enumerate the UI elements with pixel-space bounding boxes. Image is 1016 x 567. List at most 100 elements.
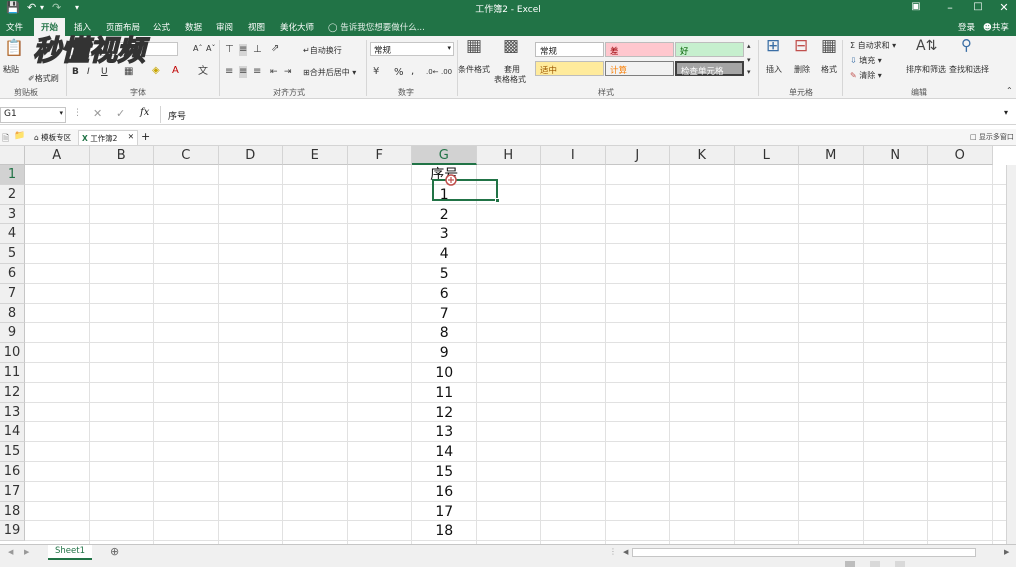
show-multiple-windows-button[interactable]: □ 显示多窗口	[970, 132, 1014, 142]
clear-button[interactable]: ✎ 清除 ▾	[850, 70, 882, 81]
spreadsheet-grid[interactable]: ABCDEFGHIJKLMNO 1 2 3 4 5 6 7 8 9 10 11 12 13 14 15 16 1…	[0, 146, 1016, 544]
ribbon-display-options-icon[interactable]: ▣	[906, 1, 926, 12]
row-header-3[interactable]: 3	[0, 204, 25, 225]
font-shrink-icon[interactable]: Aˇ	[206, 44, 215, 53]
tab-beautify[interactable]: 美化大师	[280, 21, 314, 33]
insert-cells-icon[interactable]: ⊞	[766, 38, 780, 55]
row-header-8[interactable]: 8	[0, 303, 25, 324]
tab-review[interactable]: 审阅	[216, 21, 233, 33]
align-top-icon[interactable]: ⊤	[225, 44, 234, 56]
column-header-b[interactable]: B	[89, 146, 154, 165]
row-header-15[interactable]: 15	[0, 442, 25, 462]
delete-cells-button[interactable]: 删除	[794, 64, 810, 75]
styles-scroll-down-icon[interactable]: ▾	[747, 56, 751, 64]
cell-g12[interactable]: 11	[412, 384, 477, 404]
cell-g11[interactable]: 10	[412, 364, 477, 384]
increase-indent-icon[interactable]: ⇥	[284, 66, 292, 78]
format-painter-button[interactable]: ✐格式刷	[28, 73, 59, 84]
login-link[interactable]: 登录	[958, 21, 975, 33]
row-header-12[interactable]: 12	[0, 382, 25, 403]
name-box[interactable]: G1 ▾	[0, 107, 66, 123]
expand-formula-bar-icon[interactable]: ▾	[1004, 108, 1008, 117]
column-header-j[interactable]: J	[605, 146, 670, 165]
align-center-icon[interactable]: ≡	[239, 66, 248, 78]
tab-page-layout[interactable]: 页面布局	[106, 21, 140, 33]
cell-g9[interactable]: 8	[412, 324, 477, 344]
row-header-4[interactable]: 4	[0, 224, 25, 245]
cell-g3[interactable]: 2	[412, 206, 477, 226]
column-header-a[interactable]: A	[25, 146, 90, 165]
align-right-icon[interactable]: ≡	[253, 66, 261, 78]
row-header-7[interactable]: 7	[0, 283, 25, 304]
row-header-13[interactable]: 13	[0, 402, 25, 423]
cell-g4[interactable]: 3	[412, 225, 477, 245]
share-button[interactable]: ☻共享	[983, 21, 1009, 33]
open-folder-icon[interactable]: 📁	[14, 131, 25, 141]
currency-icon[interactable]: ¥	[373, 66, 379, 78]
row-header-9[interactable]: 9	[0, 323, 25, 344]
vertical-scrollbar[interactable]	[1006, 165, 1016, 544]
cell-g19[interactable]: 18	[412, 522, 477, 542]
tab-workbook2[interactable]: X 工作簿2 ✕	[78, 130, 138, 145]
tab-formulas[interactable]: 公式	[153, 21, 170, 33]
phonetic-icon[interactable]: 文	[198, 66, 208, 78]
horizontal-scrollbar-thumb[interactable]	[632, 548, 976, 557]
conditional-format-button[interactable]: 条件格式	[458, 64, 490, 75]
delete-cells-icon[interactable]: ⊟	[794, 38, 808, 55]
style-bad[interactable]: 差	[605, 42, 674, 57]
cell-g6[interactable]: 5	[412, 265, 477, 285]
increase-decimal-icon[interactable]: .0←	[426, 68, 439, 76]
column-header-o[interactable]: O	[928, 146, 993, 165]
decrease-indent-icon[interactable]: ⇤	[270, 66, 278, 78]
style-check-cell[interactable]: 检查单元格	[675, 61, 744, 77]
close-icon[interactable]: ✕	[994, 1, 1014, 14]
cancel-icon[interactable]: ✕	[93, 107, 102, 120]
decrease-decimal-icon[interactable]: .00	[441, 68, 452, 76]
conditional-format-icon[interactable]: ▦	[466, 38, 482, 55]
close-icon[interactable]: ✕	[128, 132, 134, 141]
column-header-h[interactable]: H	[476, 146, 541, 165]
underline-button[interactable]: U	[101, 67, 108, 77]
tab-insert[interactable]: 插入	[74, 21, 91, 33]
paste-button[interactable]: 粘贴	[3, 64, 19, 75]
maximize-icon[interactable]: □	[968, 1, 988, 12]
autosum-button[interactable]: Σ 自动求和 ▾	[850, 40, 896, 51]
cell-g15[interactable]: 14	[412, 443, 477, 463]
font-grow-icon[interactable]: Aˆ	[193, 44, 202, 53]
style-good[interactable]: 好	[675, 42, 744, 57]
style-calculation[interactable]: 计算	[605, 61, 674, 76]
new-tab-icon[interactable]: +	[141, 130, 150, 143]
format-cells-button[interactable]: 格式	[821, 64, 837, 75]
row-header-11[interactable]: 11	[0, 363, 25, 383]
row-header-1[interactable]: 1	[0, 165, 25, 185]
selected-cell-g1[interactable]	[432, 179, 498, 201]
column-header-i[interactable]: I	[541, 146, 606, 165]
insert-function-icon[interactable]: fx	[140, 107, 149, 118]
new-file-icon[interactable]: 🗎	[2, 131, 9, 147]
formula-bar-more-icon[interactable]: ⋮	[73, 108, 82, 118]
align-left-icon[interactable]: ≡	[225, 66, 233, 78]
bold-button[interactable]: B	[72, 67, 79, 77]
cell-g8[interactable]: 7	[412, 305, 477, 325]
styles-scroll-up-icon[interactable]: ▴	[747, 42, 751, 50]
scroll-left-icon[interactable]: ◀	[623, 548, 628, 556]
tell-me-box[interactable]: ◯ 告诉我您想要做什么...	[328, 21, 425, 33]
row-header-17[interactable]: 17	[0, 481, 25, 502]
border-icon[interactable]: ▦	[124, 66, 133, 78]
italic-button[interactable]: I	[87, 67, 90, 77]
cell-g14[interactable]: 13	[412, 423, 477, 443]
column-header-l[interactable]: L	[734, 146, 799, 165]
cell-g18[interactable]: 17	[412, 503, 477, 523]
row-header-14[interactable]: 14	[0, 422, 25, 443]
align-bottom-icon[interactable]: ⊥	[253, 44, 262, 56]
cell-g16[interactable]: 15	[412, 463, 477, 483]
add-sheet-icon[interactable]: ⊕	[110, 545, 119, 558]
row-header-10[interactable]: 10	[0, 343, 25, 363]
prev-sheet-icon[interactable]: ◀	[8, 548, 13, 556]
column-header-n[interactable]: N	[863, 146, 928, 165]
row-header-5[interactable]: 5	[0, 244, 25, 264]
row-header-6[interactable]: 6	[0, 264, 25, 284]
style-neutral[interactable]: 适中	[535, 61, 604, 76]
collapse-ribbon-icon[interactable]: ⌃	[1006, 86, 1013, 95]
fill-button[interactable]: ⇩ 填充 ▾	[850, 55, 882, 66]
